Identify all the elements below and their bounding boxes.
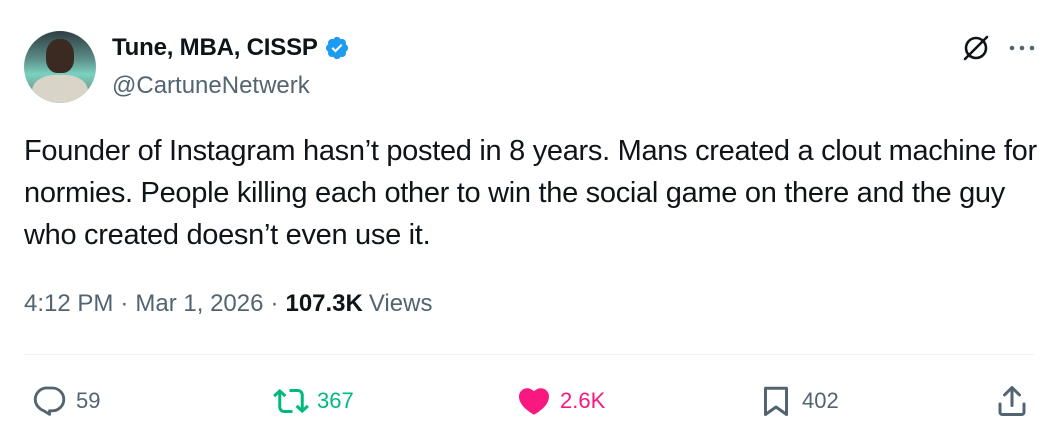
like-button[interactable]: 2.6K [516, 376, 605, 426]
retweet-icon [273, 388, 309, 414]
action-bar: 59 367 2.6K 402 [0, 376, 1058, 426]
tweet-meta: 4:12 PM · Mar 1, 2026 · 107.3K Views [24, 290, 432, 318]
share-button[interactable] [994, 376, 1030, 426]
bookmark-count: 402 [802, 388, 839, 413]
meta-separator: · [270, 290, 279, 317]
retweet-button[interactable]: 367 [273, 376, 354, 426]
retweet-count: 367 [317, 388, 354, 413]
bookmark-button[interactable]: 402 [758, 376, 839, 426]
tweet-text: Founder of Instagram hasn’t posted in 8 … [24, 135, 1037, 251]
reply-count: 59 [76, 388, 101, 413]
reply-icon [33, 386, 66, 416]
views-label: Views [368, 290, 433, 317]
meta-separator: · [120, 290, 129, 317]
bookmark-icon [764, 386, 788, 416]
avatar-shirt [32, 75, 88, 103]
more-icon[interactable] [1004, 34, 1040, 62]
share-icon [998, 386, 1026, 416]
grok-icon[interactable] [960, 32, 992, 64]
avatar[interactable] [24, 31, 96, 103]
author-display-name[interactable]: Tune, MBA, CISSP [112, 34, 318, 62]
avatar-head [46, 39, 74, 73]
author-handle[interactable]: @CartuneNetwerk [112, 72, 310, 100]
views-count[interactable]: 107.3K [285, 290, 362, 318]
like-icon [518, 388, 550, 415]
divider [24, 354, 1034, 355]
tweet-date[interactable]: Mar 1, 2026 [135, 290, 263, 318]
reply-button[interactable]: 59 [32, 376, 100, 426]
verified-badge-icon [325, 36, 348, 60]
author-name-row: Tune, MBA, CISSP [112, 34, 350, 62]
like-count: 2.6K [560, 388, 606, 413]
tweet-time[interactable]: 4:12 PM [24, 290, 113, 318]
